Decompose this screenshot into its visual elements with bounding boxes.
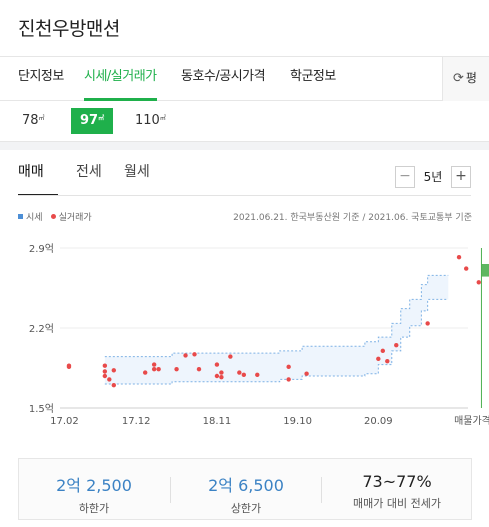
actual-price-point [174, 366, 179, 372]
actual-price-point [183, 353, 188, 358]
price-summary: 2억 2,500 하한가 2억 6,500 상한가 73~77% 매매가 대비 … [18, 458, 472, 520]
refresh-icon: ⟳ [453, 71, 464, 86]
chart-legend: 시세 실거래가 [18, 210, 92, 224]
actual-price-point [111, 368, 117, 373]
x-tick-label: 18.11 [203, 416, 232, 427]
market-price-band [104, 275, 449, 384]
period-increase-button[interactable]: + [451, 166, 471, 188]
summary-ratio: 73~77% 매매가 대비 전세가 [322, 459, 472, 519]
header: 진천우방맨션 [0, 0, 489, 52]
actual-price-point [196, 366, 202, 372]
legend-market-label: 시세 [26, 213, 43, 223]
actual-price-point [107, 377, 112, 382]
y-tick-label: 1.5억 [29, 403, 54, 415]
jeonse-ratio-value: 73~77% [362, 472, 432, 491]
tab-unit-price[interactable]: 동호수/공시가격 [181, 57, 266, 101]
size-option-110[interactable]: 110㎡ [129, 108, 172, 134]
actual-price-point [286, 377, 291, 382]
actual-price-point [385, 358, 390, 364]
size-selector: 78㎡ 97㎡ 110㎡ [0, 101, 489, 141]
actual-price-point [151, 366, 157, 372]
price-chart: 2.9억 2.2억 1.5억17.02 17.12 18.11 19.10 20.09 매물가… [29, 243, 489, 427]
x-tick-label: 17.02 [50, 416, 79, 427]
tab-complex-info[interactable]: 단지정보 [18, 57, 64, 101]
actual-price-point [304, 371, 309, 376]
actual-price-point [237, 370, 242, 375]
lower-price-value: 2억 2,500 [56, 476, 132, 495]
actual-price-point [66, 364, 72, 370]
tab-jeonse[interactable]: 전세 [76, 150, 102, 196]
actual-price-point [156, 366, 161, 372]
actual-price-point [255, 372, 260, 378]
summary-lower: 2억 2,500 하한가 [19, 459, 169, 519]
tab-monthly-rent[interactable]: 월세 [124, 150, 150, 196]
actual-price-point [476, 280, 481, 285]
actual-price-point [102, 373, 108, 379]
actual-price-point [376, 356, 381, 362]
actual-price-point [214, 373, 220, 379]
actual-price-point [102, 363, 108, 368]
x-tick-label: 19.10 [283, 416, 312, 427]
x-tick-label: 매물가격 [454, 414, 489, 427]
upper-price-label: 상한가 [230, 502, 262, 515]
actual-price-point [219, 370, 224, 375]
actual-price-point [464, 266, 469, 271]
period-decrease-button[interactable]: − [395, 166, 415, 188]
actual-price-point [192, 352, 197, 357]
pyeong-label: 평 [465, 71, 477, 85]
actual-price-point [394, 342, 399, 348]
page-title: 진천우방맨션 [18, 18, 120, 40]
actual-price-point [151, 362, 157, 367]
tab-bar: 단지정보 시세/실거래가 동호수/공시가격 학군정보 ⟳ 평 [0, 56, 489, 101]
jeonse-ratio-label: 매매가 대비 전세가 [353, 497, 441, 510]
actual-price-point [286, 364, 291, 370]
actual-price-point [214, 362, 220, 367]
actual-price-point [219, 374, 224, 380]
upper-price-value: 2억 6,500 [208, 476, 284, 495]
actual-price-point [228, 354, 233, 359]
x-tick-label: 20.09 [364, 416, 393, 427]
x-tick-label: 17.12 [122, 416, 151, 427]
y-tick-label: 2.2억 [29, 323, 54, 335]
size-option-97[interactable]: 97㎡ [71, 108, 114, 134]
tab-sale[interactable]: 매매 [18, 150, 58, 196]
actual-price-point [111, 382, 117, 388]
actual-price-legend-icon [50, 214, 56, 219]
legend-actual-label: 실거래가 [58, 213, 92, 223]
market-price-legend-icon [18, 214, 23, 219]
section-divider [0, 141, 489, 150]
tab-price[interactable]: 시세/실거래가 [84, 57, 157, 101]
pyeong-toggle-button[interactable]: ⟳ 평 [442, 57, 489, 101]
listing-price-range [481, 264, 489, 277]
actual-price-point [425, 321, 430, 326]
actual-price-point [142, 370, 148, 375]
deal-tabs-underline [18, 195, 471, 196]
summary-upper: 2억 6,500 상한가 [171, 459, 321, 519]
period-label: 5년 [423, 170, 443, 184]
actual-price-point [102, 369, 108, 374]
y-tick-label: 2.9억 [29, 243, 54, 255]
deal-type-tabs: 매매 전세 월세 [0, 150, 489, 196]
tab-school[interactable]: 학군정보 [290, 57, 336, 101]
actual-price-point [380, 348, 386, 354]
source-note: 2021.06.21. 한국부동산원 기준 / 2021.06. 국토교통부 기… [233, 213, 472, 223]
actual-price-point [456, 254, 462, 260]
actual-price-point [241, 372, 247, 378]
size-option-78[interactable]: 78㎡ [16, 108, 51, 134]
lower-price-label: 하한가 [78, 502, 110, 515]
